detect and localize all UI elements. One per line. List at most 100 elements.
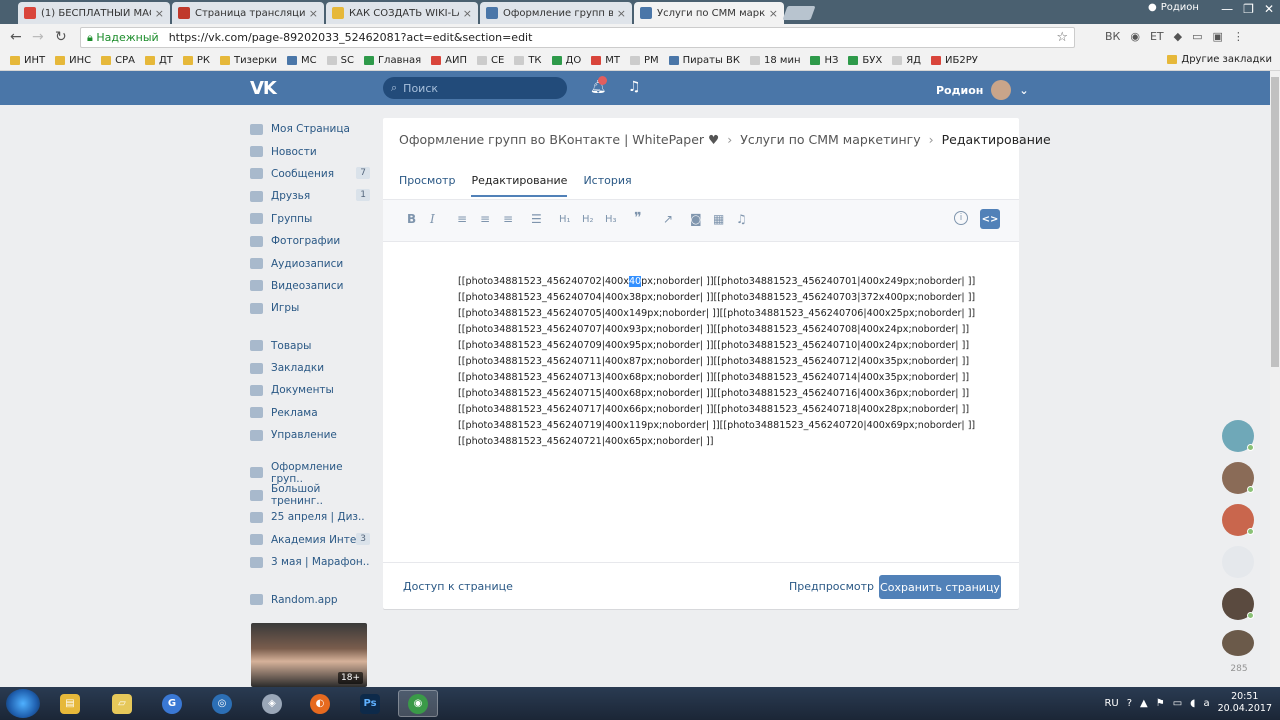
browser-tab[interactable]: Страница трансляции 2× [172,2,324,24]
tray-arrow-icon[interactable]: ▲ [1140,698,1148,709]
photo-icon[interactable]: ◙ [690,212,702,226]
bookmark-link[interactable]: МТ [591,55,620,66]
tab-edit[interactable]: Редактирование [471,174,568,197]
clock[interactable]: 20:51 20.04.2017 [1218,691,1272,715]
help-icon[interactable]: ? [1127,698,1132,709]
close-icon[interactable]: × [155,7,164,20]
bookmark-link[interactable]: АИП [431,55,467,66]
info-icon[interactable]: i [954,211,968,225]
save-page-button[interactable]: Сохранить страницу [879,575,1001,599]
browser-tab[interactable]: (1) БЕСПЛАТНЫЙ МАСТ × [18,2,170,24]
chat-avatar[interactable] [1222,462,1254,494]
extension-icon[interactable]: ▣ [1213,30,1223,43]
close-icon[interactable]: × [769,7,778,20]
close-window-icon[interactable]: ✕ [1264,2,1274,16]
maximize-icon[interactable]: ❐ [1243,2,1254,16]
bookmark-folder[interactable]: ИНС [55,55,91,66]
table-icon[interactable]: ▦ [713,212,724,226]
page-access-link[interactable]: Доступ к странице [403,580,513,593]
menu-item-groups[interactable]: Группы [250,208,370,230]
bookmark-folder[interactable]: СРА [101,55,135,66]
taskbar-app-active[interactable]: ◉ [398,690,438,717]
chat-avatar[interactable] [1222,630,1254,656]
browser-tab-active[interactable]: Услуги по СММ маркет× [634,2,784,24]
menu-item-ads[interactable]: Реклама [250,402,370,424]
align-center-icon[interactable]: ≡ [480,212,490,226]
bookmark-link[interactable]: НЗ [810,55,838,66]
taskbar-app[interactable]: ◐ [300,690,340,717]
bookmark-link[interactable]: ДО [551,55,581,66]
chat-avatar[interactable] [1222,504,1254,536]
other-bookmarks[interactable]: Другие закладки [1167,54,1272,65]
bookmark-link[interactable]: ИБ2РУ [931,55,978,66]
monitor-icon[interactable]: ▭ [1173,698,1182,709]
minimize-icon[interactable]: — [1221,2,1233,16]
list-icon[interactable]: ☰ [531,212,542,226]
page-scrollbar[interactable] [1270,71,1280,687]
menu-item-goods[interactable]: Товары [250,335,370,357]
menu-item-video[interactable]: Видеозаписи [250,275,370,297]
taskbar-app[interactable]: ▱ [102,690,142,717]
extension-icon[interactable]: ВК [1105,30,1120,43]
breadcrumb-page-link[interactable]: Услуги по СММ маркетингу [740,132,920,147]
tab-view[interactable]: Просмотр [399,174,455,197]
bookmark-link[interactable]: СЕ [477,55,504,66]
reload-icon[interactable]: ↻ [55,29,67,45]
forward-icon[interactable]: → [32,29,44,45]
bookmark-folder[interactable]: ДТ [144,55,173,66]
extension-icon[interactable]: ЕТ [1150,30,1164,43]
menu-item-app[interactable]: Random.app [250,588,370,610]
bookmark-link[interactable]: БУХ [848,55,882,66]
audio-icon[interactable]: ♫ [736,212,747,226]
scrollbar-thumb[interactable] [1271,77,1279,367]
chat-count[interactable]: 285 [1222,664,1256,674]
taskbar-app[interactable]: Ps [350,690,390,717]
taskbar-app[interactable]: ◈ [252,690,292,717]
new-tab-button[interactable] [782,6,816,20]
address-bar[interactable]: 🔒︎ Надежный https://vk.com/page-89202033… [80,27,1075,48]
browser-profile[interactable]: ● Родион [1148,2,1199,13]
bookmark-star-icon[interactable]: ☆ [1056,30,1068,45]
chat-avatar[interactable] [1222,588,1254,620]
menu-item-manage[interactable]: Управление [250,424,370,446]
close-icon[interactable]: × [463,7,472,20]
align-right-icon[interactable]: ≡ [503,212,513,226]
bookmark-link[interactable]: 18 мин [750,55,800,66]
language-indicator[interactable]: RU [1104,698,1118,709]
preview-link[interactable]: Предпросмотр [789,580,874,593]
bookmark-link[interactable]: Главная [363,55,421,66]
menu-item-group[interactable]: 3 мая | Марафон.. [250,551,370,573]
volume-icon[interactable]: ◖ [1190,698,1195,709]
menu-item-group[interactable]: Большой тренинг.. [250,483,370,507]
wiki-markup-editor[interactable]: [[photo34881523_456240702|400x40px;nobor… [458,274,975,450]
bookmark-link[interactable]: МС [286,55,317,66]
close-icon[interactable]: × [309,7,318,20]
bold-icon[interactable]: B [407,212,416,226]
menu-item-games[interactable]: Игры [250,297,370,319]
align-left-icon[interactable]: ≡ [457,212,467,226]
menu-item-audio[interactable]: Аудиозаписи [250,252,370,274]
italic-icon[interactable]: I [430,212,435,226]
menu-item-group[interactable]: Оформление груп.. [250,461,370,485]
search-input[interactable]: ⌕ Поиск [383,77,567,99]
bookmark-link[interactable]: Пираты ВК [668,55,740,66]
extension-icon[interactable]: ◆ [1174,30,1182,43]
chat-avatar[interactable] [1222,420,1254,452]
notifications-button[interactable]: 🔔︎ [590,76,607,95]
extension-icon[interactable]: ◉ [1130,30,1140,43]
browser-tab[interactable]: Оформление групп во × [480,2,632,24]
menu-item-my-page[interactable]: Моя Страница [250,118,370,140]
music-icon[interactable]: ♫ [628,79,641,95]
menu-item-photos[interactable]: Фотографии [250,230,370,252]
ad-banner[interactable]: 18+ [251,623,367,687]
menu-item-news[interactable]: Новости [250,140,370,162]
back-icon[interactable]: ← [10,29,22,45]
cast-icon[interactable]: ▭ [1192,30,1202,43]
flag-icon[interactable]: ⚑ [1156,698,1165,709]
taskbar-app[interactable]: ◎ [202,690,242,717]
menu-item-messages[interactable]: Сообщения 7 [250,163,370,185]
bookmark-link[interactable]: РМ [629,55,659,66]
menu-item-documents[interactable]: Документы [250,379,370,401]
vk-logo[interactable]: VK [250,78,277,99]
close-icon[interactable]: × [617,7,626,20]
